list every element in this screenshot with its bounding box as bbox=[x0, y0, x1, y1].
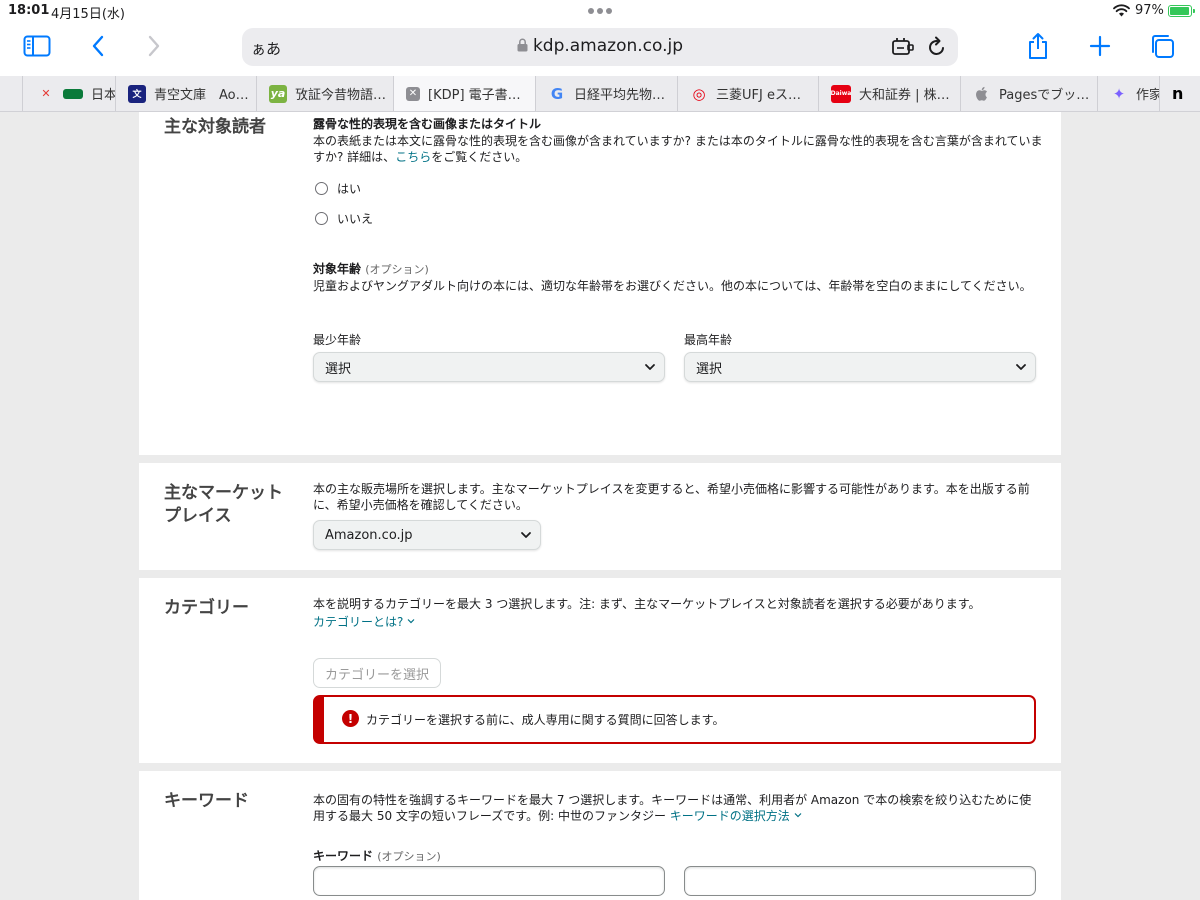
tab-item[interactable]: ✦ 作家 bbox=[1097, 76, 1159, 111]
max-age-select[interactable]: 選択 bbox=[684, 352, 1036, 382]
marketplace-title: 主なマーケットプレイス bbox=[164, 483, 283, 526]
keyword-input-1[interactable] bbox=[313, 866, 665, 896]
category-help-link[interactable]: カテゴリーとは? bbox=[313, 615, 415, 631]
audience-section: 主な対象読者 露骨な性的表現を含む画像またはタイトル 本の表紙または本文に露骨な… bbox=[139, 112, 1061, 455]
explicit-heading: 露骨な性的表現を含む画像またはタイトル bbox=[313, 117, 542, 131]
marketplace-description: 本の主な販売場所を選択します。主なマーケットプレイスを変更すると、希望小売価格に… bbox=[313, 482, 1030, 512]
explicit-no-radio[interactable]: いいえ bbox=[315, 210, 373, 227]
tab-item[interactable]: Pagesでブッ… bbox=[960, 76, 1097, 111]
optional-tag: (オプション) bbox=[377, 850, 441, 863]
battery-icon bbox=[1168, 5, 1195, 17]
category-section: カテゴリー 本を説明するカテゴリーを最大 3 つ選択します。注: まず、主なマー… bbox=[139, 578, 1061, 763]
new-tab-icon[interactable] bbox=[1082, 30, 1118, 62]
tab-title: n bbox=[1172, 84, 1184, 103]
select-category-button[interactable]: カテゴリーを選択 bbox=[313, 658, 441, 688]
lock-icon bbox=[517, 38, 528, 52]
min-age-select[interactable]: 選択 bbox=[313, 352, 665, 382]
apple-icon bbox=[976, 86, 987, 101]
tab-title: 青空文庫 Ao… bbox=[154, 88, 249, 103]
extensions-icon[interactable] bbox=[891, 36, 915, 58]
chevron-down-icon bbox=[407, 619, 415, 624]
tab-bar: ✕ 日本 文 青空文庫 Ao… ya 攷証今昔物語… ✕ [KDP] 電子書… … bbox=[0, 76, 1200, 112]
keywords-label: キーワード (オプション) bbox=[313, 849, 441, 863]
chevron-down-icon bbox=[794, 812, 802, 817]
tab-title: Pagesでブッ… bbox=[999, 88, 1090, 103]
age-description: 児童およびヤングアダルト向けの本には、適切な年齢帯をお選びください。他の本につい… bbox=[313, 279, 1032, 293]
tab-item[interactable]: ◎ 三菱UFJ eス… bbox=[677, 76, 818, 111]
browser-toolbar: ぁあ kdp.amazon.co.jp bbox=[0, 22, 1200, 76]
forward-icon[interactable] bbox=[136, 30, 172, 62]
explicit-yes-radio[interactable]: はい bbox=[315, 180, 361, 197]
chevron-down-icon bbox=[521, 532, 531, 538]
tab-item[interactable]: n bbox=[1159, 76, 1200, 111]
tab-title: 日本 bbox=[91, 88, 115, 103]
sparkle-icon: ✦ bbox=[1112, 84, 1126, 103]
share-icon[interactable] bbox=[1020, 30, 1056, 62]
reload-icon[interactable] bbox=[927, 36, 947, 58]
battery-percent: 97% bbox=[1135, 3, 1164, 18]
tab-item[interactable]: ✕ 日本 bbox=[22, 76, 115, 111]
keyword-input-2[interactable] bbox=[684, 866, 1036, 896]
category-title: カテゴリー bbox=[164, 598, 249, 618]
tab-title: 三菱UFJ eス… bbox=[716, 88, 801, 103]
radio-label: いいえ bbox=[337, 212, 374, 226]
flag-icon bbox=[63, 88, 83, 99]
marketplace-select[interactable]: Amazon.co.jp bbox=[313, 520, 541, 550]
tab-item[interactable]: Daiwa 大和証券 | 株… bbox=[818, 76, 960, 111]
max-age-label: 最高年齢 bbox=[684, 333, 733, 347]
marketplace-section: 主なマーケットプレイス 本の主な販売場所を選択します。主なマーケットプレイスを変… bbox=[139, 463, 1061, 570]
tab-title: [KDP] 電子書… bbox=[428, 88, 521, 103]
keywords-title: キーワード bbox=[164, 791, 249, 811]
radio-circle[interactable] bbox=[315, 182, 328, 195]
address-bar[interactable]: ぁあ kdp.amazon.co.jp bbox=[242, 28, 958, 66]
details-link[interactable]: こちら bbox=[395, 150, 431, 164]
aozora-icon: 文 bbox=[128, 84, 146, 103]
tab-title: 攷証今昔物語… bbox=[295, 88, 387, 103]
mufg-icon: ◎ bbox=[692, 84, 706, 103]
tab-title: 日経平均先物… bbox=[574, 88, 666, 103]
keywords-section: キーワード 本の固有の特性を強調するキーワードを最大 7 つ選択します。キーワー… bbox=[139, 771, 1061, 900]
tab-overview-icon[interactable] bbox=[1144, 30, 1180, 62]
multicolor-x-icon: ✕ bbox=[41, 87, 51, 100]
tab-item[interactable]: ya 攷証今昔物語… bbox=[256, 76, 393, 111]
error-icon: ! bbox=[342, 710, 359, 727]
url-text: kdp.amazon.co.jp bbox=[532, 36, 684, 56]
error-alert: ! カテゴリーを選択する前に、成人専用に関する質問に回答します。 bbox=[313, 695, 1036, 744]
google-icon: G bbox=[550, 84, 564, 103]
keywords-help-link[interactable]: キーワードの選択方法 bbox=[670, 809, 802, 823]
close-tab-icon[interactable]: ✕ bbox=[406, 86, 420, 101]
chevron-down-icon bbox=[1016, 364, 1026, 370]
explicit-description: 本の表紙または本文に露骨な性的表現を含む画像が含まれていますか? または本のタイ… bbox=[313, 134, 1043, 164]
tab-kdp-active[interactable]: ✕ [KDP] 電子書… bbox=[393, 76, 535, 111]
url-display[interactable]: kdp.amazon.co.jp bbox=[242, 36, 958, 56]
multitasking-dots-icon[interactable] bbox=[588, 8, 612, 14]
ya-icon: ya bbox=[269, 84, 287, 103]
category-description: 本を説明するカテゴリーを最大 3 つ選択します。注: まず、主なマーケットプレイ… bbox=[313, 597, 981, 611]
radio-label: はい bbox=[337, 182, 362, 196]
alert-message: カテゴリーを選択する前に、成人専用に関する質問に回答します。 bbox=[366, 713, 725, 727]
radio-circle[interactable] bbox=[315, 212, 328, 225]
keywords-description: 本の固有の特性を強調するキーワードを最大 7 つ選択します。キーワードは通常、利… bbox=[313, 793, 1032, 823]
audience-title: 主な対象読者 bbox=[164, 117, 266, 137]
status-bar: 18:01 4月15日(水) 97% bbox=[0, 0, 1200, 22]
tab-title: 作家 bbox=[1136, 88, 1159, 103]
age-label: 対象年齢 (オプション) bbox=[313, 262, 429, 276]
status-time: 18:01 bbox=[8, 3, 50, 18]
back-icon[interactable] bbox=[80, 30, 116, 62]
tab-title: 大和証券 | 株… bbox=[859, 88, 950, 103]
wifi-icon bbox=[1113, 4, 1130, 17]
tab-item[interactable]: G 日経平均先物… bbox=[535, 76, 677, 111]
optional-tag: (オプション) bbox=[365, 263, 429, 276]
min-age-label: 最少年齢 bbox=[313, 333, 362, 347]
sidebar-toggle-icon[interactable] bbox=[19, 30, 55, 62]
tab-item[interactable]: 文 青空文庫 Ao… bbox=[115, 76, 256, 111]
chevron-down-icon bbox=[645, 364, 655, 370]
daiwa-icon: Daiwa bbox=[831, 84, 851, 103]
status-date: 4月15日(水) bbox=[51, 7, 125, 22]
